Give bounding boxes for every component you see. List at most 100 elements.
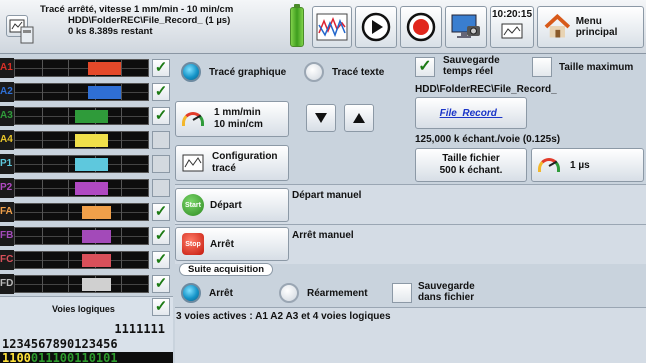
suite-rearm-radio[interactable] <box>279 283 299 303</box>
home-icon <box>544 14 571 38</box>
start-icon: Start <box>182 194 204 216</box>
speed-down-button[interactable] <box>306 104 336 132</box>
record-icon <box>406 12 436 42</box>
suite-stop-option[interactable]: Arrêt <box>181 283 233 303</box>
logic-channels-checkbox[interactable]: ✓ <box>152 298 170 316</box>
realtime-save-line-1: Sauvegarde <box>443 55 500 66</box>
channel-track-tick <box>41 108 43 124</box>
play-button[interactable] <box>355 6 397 48</box>
speed-gauge-icon <box>182 112 204 126</box>
channel-row-fc[interactable]: FC ✓ <box>0 250 173 270</box>
speed-line-1: 1 mm/min <box>214 107 261 118</box>
channel-track-tick <box>121 276 123 292</box>
channel-checkbox[interactable]: ✓ <box>152 203 170 221</box>
channel-row-p2[interactable]: P2 ✓ <box>0 178 173 198</box>
channel-level-track[interactable] <box>14 83 149 101</box>
arrow-up-icon <box>353 113 365 123</box>
channel-checkbox[interactable]: ✓ <box>152 59 170 77</box>
clock-time: 10:20:15 <box>491 9 533 20</box>
channel-track-tick <box>121 84 123 100</box>
chart-view-button[interactable] <box>312 6 352 48</box>
screenshot-button[interactable] <box>445 6 487 48</box>
config-line-2: tracé <box>212 163 236 174</box>
record-button[interactable] <box>400 6 442 48</box>
channel-row-a3[interactable]: A3 ✓ <box>0 106 173 126</box>
channel-label: P1 <box>0 154 14 174</box>
main-menu-button[interactable]: Menu principal <box>537 6 644 48</box>
main-menu-label: Menu principal <box>575 16 618 38</box>
start-label: Départ <box>210 199 242 211</box>
channel-track-tick <box>68 204 70 220</box>
file-name-button[interactable]: File_Record_ <box>415 97 527 129</box>
channel-level-track[interactable] <box>14 275 149 293</box>
trace-graph-radio[interactable] <box>181 62 201 82</box>
channel-track-tick <box>41 132 43 148</box>
channel-row-a1[interactable]: A1 ✓ <box>0 58 173 78</box>
logic-index-units: 1234567890123456 <box>2 337 118 351</box>
channel-track-tick <box>68 276 70 292</box>
channel-level-track[interactable] <box>14 251 149 269</box>
active-channels-info: 3 voies actives : A1 A2 A3 et 4 voies lo… <box>176 311 391 322</box>
channel-track-tick <box>68 180 70 196</box>
channel-level-track[interactable] <box>14 227 149 245</box>
channel-label: A2 <box>0 82 14 102</box>
top-toolbar: Tracé arrêté, vitesse 1 mm/min - 10 min/… <box>0 0 646 54</box>
channel-row-p1[interactable]: P1 ✓ <box>0 154 173 174</box>
channel-track-tick <box>41 228 43 244</box>
channel-track-tick <box>121 180 123 196</box>
max-size-checkbox[interactable] <box>532 57 552 77</box>
status-line-3: 0 ks 8.389s restant <box>68 26 153 37</box>
channel-row-a4[interactable]: A4 ✓ <box>0 130 173 150</box>
period-label: 1 µs <box>570 159 590 171</box>
stop-label: Arrêt <box>210 238 234 250</box>
channel-level-track[interactable] <box>14 203 149 221</box>
channel-checkbox[interactable]: ✓ <box>152 275 170 293</box>
channel-checkbox[interactable]: ✓ <box>152 227 170 245</box>
max-size-label: Taille maximum <box>559 62 634 73</box>
suite-stop-radio[interactable] <box>181 283 201 303</box>
channel-level-bar <box>88 86 122 99</box>
channel-track-tick <box>41 180 43 196</box>
channel-row-fd[interactable]: FD ✓ <box>0 274 173 294</box>
speed-button[interactable]: 1 mm/min 10 min/cm <box>175 101 289 137</box>
channel-row-fb[interactable]: FB ✓ <box>0 226 173 246</box>
arrow-down-icon <box>315 113 327 123</box>
realtime-save-checkbox[interactable]: ✓ <box>415 57 435 77</box>
channel-level-bar <box>74 110 109 123</box>
channel-checkbox[interactable]: ✓ <box>152 179 170 197</box>
suite-rearm-label: Réarmement <box>307 287 368 299</box>
stop-button[interactable]: Stop Arrêt <box>175 227 289 261</box>
channel-level-track[interactable] <box>14 179 149 197</box>
speed-up-button[interactable] <box>344 104 374 132</box>
save-path: HDD\FolderREC\File_Record_ <box>415 84 557 95</box>
channel-track-tick <box>121 204 123 220</box>
channel-checkbox[interactable]: ✓ <box>152 251 170 269</box>
trace-text-option[interactable]: Tracé texte <box>304 62 384 82</box>
channel-level-track[interactable] <box>14 59 149 77</box>
trace-graph-option[interactable]: Tracé graphique <box>181 62 286 82</box>
trace-graph-label: Tracé graphique <box>209 66 287 78</box>
clock-panel[interactable]: 10:20:15 <box>490 6 534 48</box>
suite-rearm-option[interactable]: Réarmement <box>279 283 368 303</box>
channel-row-a2[interactable]: A2 ✓ <box>0 82 173 102</box>
suite-save-checkbox[interactable] <box>392 283 412 303</box>
channel-checkbox[interactable]: ✓ <box>152 83 170 101</box>
file-size-line-2: 500 k échant. <box>439 165 503 176</box>
start-button[interactable]: Start Départ <box>175 188 289 222</box>
channel-checkbox[interactable]: ✓ <box>152 107 170 125</box>
channel-level-bar <box>81 230 111 243</box>
acquisition-status: Tracé arrêté, vitesse 1 mm/min - 10 min/… <box>40 4 233 37</box>
suite-save-label: Sauvegarde dans fichier <box>418 281 475 303</box>
channel-checkbox[interactable]: ✓ <box>152 155 170 173</box>
channel-level-track[interactable] <box>14 107 149 125</box>
file-size-button[interactable]: Taille fichier 500 k échant. <box>415 148 527 182</box>
channel-level-track[interactable] <box>14 131 149 149</box>
channel-level-track[interactable] <box>14 155 149 173</box>
channel-level-bar <box>81 254 111 267</box>
channel-checkbox[interactable]: ✓ <box>152 131 170 149</box>
period-button[interactable]: 1 µs <box>531 148 644 182</box>
trace-config-panel-button[interactable]: Configuration tracé <box>175 145 289 181</box>
trace-text-radio[interactable] <box>304 62 324 82</box>
config-line-1: Configuration <box>212 151 278 162</box>
channel-row-fa[interactable]: FA ✓ <box>0 202 173 222</box>
